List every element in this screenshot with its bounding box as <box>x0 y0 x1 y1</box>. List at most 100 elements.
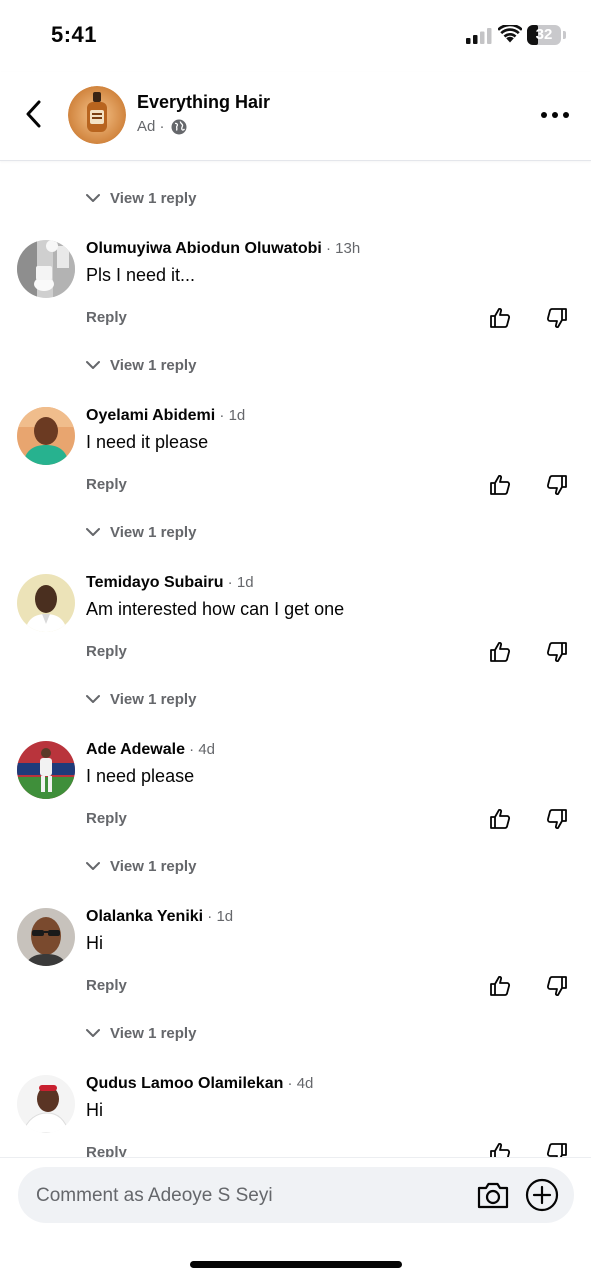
ad-label: Ad · <box>137 118 165 135</box>
more-options-icon[interactable] <box>540 110 570 120</box>
comment-header: Oyelami Abidemi · 1d <box>86 407 245 425</box>
comment-item: Ade Adewale · 4d I need please Reply <box>0 741 591 861</box>
comment-header: Olumuyiwa Abiodun Oluwatobi · 13h <box>86 240 360 258</box>
commenter-avatar[interactable] <box>17 407 75 465</box>
commenter-name[interactable]: Oyelami Abidemi <box>86 407 215 424</box>
commenter-name[interactable]: Olalanka Yeniki <box>86 908 203 925</box>
view-replies-button[interactable]: View 1 reply <box>86 187 196 209</box>
thumbs-up-icon[interactable] <box>488 640 512 664</box>
chevron-down-icon <box>86 194 100 202</box>
commenter-name[interactable]: Ade Adewale <box>86 741 185 758</box>
page-name[interactable]: Everything Hair <box>137 92 270 113</box>
chevron-down-icon <box>86 695 100 703</box>
thumbs-down-icon[interactable] <box>545 974 569 998</box>
view-replies-label: View 1 reply <box>110 1024 197 1042</box>
comment-time: · 13h <box>321 240 361 257</box>
wifi-icon <box>498 25 522 43</box>
man-white-shirt-avatar <box>17 1075 75 1133</box>
previous-comment-reactions <box>487 161 567 163</box>
add-attachment-icon[interactable] <box>525 1178 559 1212</box>
comment-text: I need it please <box>86 432 209 452</box>
comment-header: Temidayo Subairu · 1d <box>86 574 254 592</box>
reply-button[interactable]: Reply <box>86 309 127 326</box>
commenter-avatar[interactable] <box>17 908 75 966</box>
comment-text: I need please <box>86 766 195 786</box>
comment-item: Temidayo Subairu · 1d Am interested how … <box>0 574 591 694</box>
status-bar: 5:41 32 <box>0 0 591 72</box>
serum-bottle-icon <box>68 86 126 144</box>
thumbs-down-icon[interactable] <box>545 306 569 330</box>
comment-input[interactable] <box>34 1167 458 1225</box>
bathroom-photo-avatar <box>17 240 75 298</box>
view-replies-button[interactable]: View 1 reply <box>86 688 196 710</box>
comment-text: Pls I need it... <box>86 265 196 285</box>
reply-button[interactable]: Reply <box>86 810 127 827</box>
comment-header: Ade Adewale · 4d <box>86 741 215 759</box>
home-indicator[interactable] <box>190 1261 402 1268</box>
comments-list[interactable]: View 1 reply Olumuyiwa Abiodun Oluwatobi… <box>0 161 591 1157</box>
status-time: 5:41 <box>51 22 98 47</box>
comment-item: Oyelami Abidemi · 1d I need it please Re… <box>0 407 591 527</box>
man-portrait-avatar <box>17 574 75 632</box>
comment-item: Qudus Lamoo Olamilekan · 4d Hi Reply <box>0 1075 591 1157</box>
comment-item: Olalanka Yeniki · 1d Hi Reply <box>0 908 591 1028</box>
view-replies-label: View 1 reply <box>110 356 197 374</box>
thumbs-up-icon[interactable] <box>488 473 512 497</box>
comment-time: · 4d <box>185 741 216 758</box>
comment-composer-bar <box>0 1157 591 1281</box>
back-chevron-icon[interactable] <box>20 98 48 130</box>
reply-button[interactable]: Reply <box>86 1144 127 1157</box>
comment-time: · 1d <box>223 574 254 591</box>
commenter-avatar[interactable] <box>17 741 75 799</box>
comment-time: · 1d <box>203 908 234 925</box>
commenter-avatar[interactable] <box>17 1075 75 1133</box>
view-replies-label: View 1 reply <box>110 189 197 207</box>
view-replies-button[interactable]: View 1 reply <box>86 521 196 543</box>
comment-header: Olalanka Yeniki · 1d <box>86 908 233 926</box>
battery-icon: 32 <box>527 25 567 45</box>
view-replies-button[interactable]: View 1 reply <box>86 855 196 877</box>
footballer-photo-avatar <box>17 741 75 799</box>
globe-icon <box>171 119 187 134</box>
camera-icon[interactable] <box>476 1179 510 1211</box>
comment-item: Olumuyiwa Abiodun Oluwatobi · 13h Pls I … <box>0 240 591 360</box>
comment-text: Hi <box>86 1100 103 1120</box>
comment-header: Qudus Lamoo Olamilekan · 4d <box>86 1075 313 1093</box>
commenter-name[interactable]: Olumuyiwa Abiodun Oluwatobi <box>86 240 322 257</box>
chevron-down-icon <box>86 862 100 870</box>
thumbs-down-icon[interactable] <box>545 807 569 831</box>
chevron-down-icon <box>86 528 100 536</box>
view-replies-label: View 1 reply <box>110 523 197 541</box>
view-replies-button[interactable]: View 1 reply <box>86 1022 196 1044</box>
sponsored-label: Ad · <box>137 118 187 135</box>
thumbs-up-icon[interactable] <box>488 974 512 998</box>
view-replies-label: View 1 reply <box>110 690 197 708</box>
thumbs-up-icon[interactable] <box>488 807 512 831</box>
view-replies-button[interactable]: View 1 reply <box>86 354 196 376</box>
commenter-name[interactable]: Qudus Lamoo Olamilekan <box>86 1075 283 1092</box>
reply-button[interactable]: Reply <box>86 643 127 660</box>
thumbs-up-icon[interactable] <box>488 1141 512 1157</box>
comment-text: Am interested how can I get one <box>86 599 345 619</box>
comment-time: · 4d <box>283 1075 314 1092</box>
chevron-down-icon <box>86 1029 100 1037</box>
thumbs-up-icon[interactable] <box>488 306 512 330</box>
reply-button[interactable]: Reply <box>86 977 127 994</box>
commenter-avatar[interactable] <box>17 574 75 632</box>
thumbs-down-icon[interactable] <box>545 473 569 497</box>
commenter-avatar[interactable] <box>17 240 75 298</box>
comment-composer[interactable] <box>18 1167 574 1225</box>
reply-button[interactable]: Reply <box>86 476 127 493</box>
cellular-signal-icon <box>466 28 492 44</box>
thumbs-down-icon[interactable] <box>545 640 569 664</box>
view-replies-label: View 1 reply <box>110 857 197 875</box>
man-sunglasses-avatar <box>17 908 75 966</box>
battery-level: 32 <box>535 26 553 43</box>
comment-time: · 1d <box>215 407 246 424</box>
page-avatar[interactable] <box>68 86 126 144</box>
thumbs-down-icon[interactable] <box>545 1141 569 1157</box>
man-green-shirt-avatar <box>17 407 75 465</box>
commenter-name[interactable]: Temidayo Subairu <box>86 574 224 591</box>
post-header: Everything Hair Ad · <box>0 72 591 161</box>
comment-text: Hi <box>86 933 103 953</box>
